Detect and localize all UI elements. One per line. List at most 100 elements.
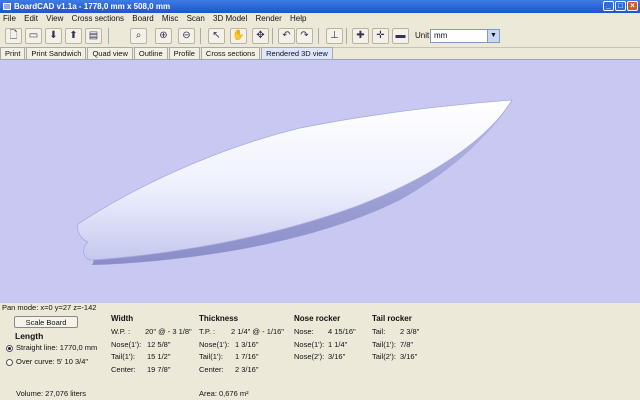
- select-arrow-icon[interactable]: ↖: [208, 28, 225, 44]
- tail-rocker-key: Tail(2'):: [372, 352, 396, 361]
- thickness-row: Center: 2 3/16": [199, 364, 289, 377]
- thickness-row: T.P. : 2 1/4" @ - 1/16": [199, 326, 289, 339]
- toolbar-separator: [200, 28, 201, 44]
- menu-cross-sections[interactable]: Cross sections: [69, 13, 127, 25]
- undo-icon[interactable]: ↶: [278, 28, 295, 44]
- tab-cross-sections[interactable]: Cross sections: [200, 47, 261, 59]
- tail-rocker-key: Tail(1'):: [372, 339, 396, 349]
- add-point-icon[interactable]: ✚: [352, 28, 369, 44]
- width-row: W.P. : 20" @ - 3 1/8": [111, 326, 196, 339]
- menu-file[interactable]: File: [0, 13, 19, 25]
- thickness-key: Nose(1'):: [199, 339, 230, 349]
- tail-rocker-key: Tail:: [372, 327, 386, 336]
- menu-board[interactable]: Board: [129, 13, 156, 25]
- over-curve-option[interactable]: Over curve: 5' 10 3/4": [6, 357, 88, 366]
- center-point-icon[interactable]: ⊥: [326, 28, 343, 44]
- rendered-3d-viewport[interactable]: [0, 59, 640, 303]
- menu-3d-model[interactable]: 3D Model: [210, 13, 250, 25]
- menu-bar: File Edit View Cross sections Board Misc…: [0, 13, 640, 25]
- save-as-icon[interactable]: ⬆: [65, 28, 82, 44]
- width-key: W.P. :: [111, 327, 131, 336]
- unit-label: Unit:: [415, 31, 432, 40]
- maximize-button[interactable]: □: [615, 1, 626, 11]
- minimize-button[interactable]: _: [603, 1, 614, 11]
- window-title: BoardCAD v1.1a - 1778,0 mm x 508,0 mm: [14, 2, 171, 11]
- status-line: Pan mode: x=0 y=27 z=-142: [2, 303, 97, 312]
- thickness-value: 2 3/16": [235, 364, 259, 374]
- tab-outline[interactable]: Outline: [133, 47, 168, 59]
- nose-rocker-value: 4 15/16": [328, 327, 356, 336]
- menu-edit[interactable]: Edit: [21, 13, 41, 25]
- pan-hand-icon[interactable]: ✋: [230, 28, 247, 44]
- rotate-icon[interactable]: ✥: [252, 28, 269, 44]
- thickness-value: 2 1/4" @ - 1/16": [231, 327, 284, 336]
- redo-icon[interactable]: ↷: [296, 28, 313, 44]
- zoom-out-icon[interactable]: ⊖: [178, 28, 195, 44]
- nose-rocker-row: Nose: 4 15/16": [294, 326, 364, 339]
- thickness-value: 1 7/16": [235, 352, 259, 361]
- view-tabs: Print Print Sandwich Quad view Outline Profi…: [0, 47, 640, 59]
- menu-scan[interactable]: Scan: [184, 13, 208, 25]
- surfboard-render: [77, 99, 513, 265]
- radio-selected-icon[interactable]: [6, 344, 13, 352]
- menu-help[interactable]: Help: [287, 13, 309, 25]
- thickness-key: Tail(1'):: [199, 352, 223, 361]
- tab-print[interactable]: Print: [0, 47, 26, 59]
- width-row: Nose(1'): 12 5/8": [111, 339, 196, 352]
- toolbar-separator: [272, 28, 273, 44]
- width-value: 19 7/8": [147, 364, 171, 374]
- print-icon[interactable]: ▤: [85, 28, 102, 44]
- menu-render[interactable]: Render: [253, 13, 285, 25]
- menu-misc[interactable]: Misc: [159, 13, 181, 25]
- straight-line-label: Straight line: 1770,0 mm: [16, 343, 98, 352]
- tab-profile[interactable]: Profile: [168, 47, 200, 59]
- new-file-icon[interactable]: 🗋: [5, 28, 22, 44]
- save-icon[interactable]: ⬇: [45, 28, 62, 44]
- tail-rocker-value: 7/8": [400, 339, 414, 349]
- nose-rocker-heading: Nose rocker: [294, 314, 341, 323]
- thickness-key: T.P. :: [199, 327, 216, 336]
- nose-rocker-key: Nose:: [294, 327, 314, 336]
- thickness-value: 1 3/16": [235, 339, 259, 349]
- thickness-column: Thickness T.P. : 2 1/4" @ - 1/16" Nose(1'…: [199, 314, 289, 376]
- zoom-in-icon[interactable]: ⊕: [155, 28, 172, 44]
- nose-rocker-value: 1 1/4": [328, 339, 348, 349]
- over-curve-label: Over curve: 5' 10 3/4": [16, 357, 89, 366]
- width-value: 12 5/8": [147, 339, 171, 349]
- zoom-fit-icon[interactable]: ⌕: [130, 28, 147, 44]
- volume-readout: Volume: 27,076 liters: [16, 389, 87, 398]
- scale-board-button[interactable]: Scale Board: [14, 316, 78, 328]
- thickness-key: Center:: [199, 364, 224, 374]
- close-button[interactable]: ×: [627, 1, 638, 11]
- tail-rocker-row: Tail: 2 3/8": [372, 326, 432, 339]
- tab-quad-view[interactable]: Quad view: [87, 47, 133, 59]
- width-key: Nose(1'):: [111, 339, 142, 349]
- length-heading: Length: [15, 331, 44, 341]
- unit-select-value: mm: [434, 31, 448, 40]
- unit-select[interactable]: mm ▼: [430, 29, 500, 43]
- thickness-heading: Thickness: [199, 314, 239, 323]
- toolbar: 🗋 ▭ ⬇ ⬆ ▤ ⌕ ⊕ ⊖ ↖ ✋ ✥ ↶ ↷ ⊥ ✚ ✛ ▬ Unit: …: [0, 25, 640, 48]
- nose-rocker-key: Nose(2'):: [294, 352, 325, 361]
- open-file-icon[interactable]: ▭: [25, 28, 42, 44]
- tail-rocker-column: Tail rocker Tail: 2 3/8" Tail(1'): 7/8" Ta…: [372, 314, 432, 364]
- nose-rocker-row: Nose(2'): 3/16": [294, 351, 364, 364]
- area-readout: Area: 0,676 m²: [199, 389, 249, 398]
- radio-unselected-icon[interactable]: [6, 358, 13, 366]
- width-heading: Width: [111, 314, 134, 323]
- width-value: 20" @ - 3 1/8": [145, 327, 192, 336]
- delete-crosssection-icon[interactable]: ▬: [392, 28, 409, 44]
- toolbar-separator: [318, 28, 319, 44]
- menu-view[interactable]: View: [43, 13, 66, 25]
- straight-line-option[interactable]: Straight line: 1770,0 mm: [6, 343, 97, 352]
- thickness-row: Nose(1'): 1 3/16": [199, 339, 289, 352]
- chevron-down-icon[interactable]: ▼: [487, 30, 499, 42]
- thickness-row: Tail(1'): 1 7/16": [199, 351, 289, 364]
- width-value: 15 1/2": [147, 352, 171, 361]
- toolbar-separator: [346, 28, 347, 44]
- tab-print-sandwich[interactable]: Print Sandwich: [26, 47, 87, 59]
- add-crosssection-icon[interactable]: ✛: [372, 28, 389, 44]
- board-info-panel: Scale Board Length Straight line: 1770,0…: [0, 312, 640, 400]
- tail-rocker-row: Tail(1'): 7/8": [372, 339, 432, 352]
- tab-rendered-3d-view[interactable]: Rendered 3D view: [261, 47, 333, 59]
